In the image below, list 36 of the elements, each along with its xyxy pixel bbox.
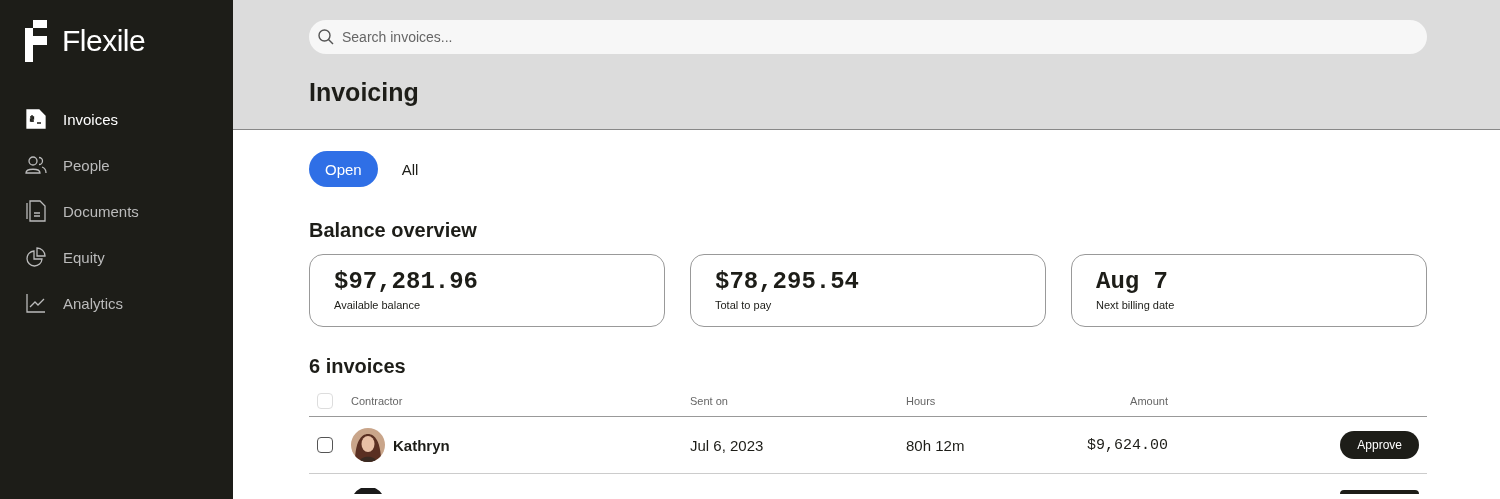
table-cell-text: Jul 6, 2023	[690, 436, 765, 454]
section-title: Balance overview	[309, 219, 478, 242]
card-label: Total to pay	[715, 299, 773, 311]
card-value: $78,295.54	[715, 268, 861, 295]
filter-tab[interactable]: All	[385, 151, 435, 187]
documents-icon	[25, 200, 47, 222]
line-chart-icon	[25, 293, 47, 313]
card-value: $97,281.96	[334, 268, 480, 295]
column-header: Amount	[1129, 395, 1168, 407]
pie-chart-icon	[25, 247, 47, 267]
card-label: Available balance	[334, 299, 422, 311]
search-icon	[318, 29, 334, 45]
card-value: Aug 7	[1096, 268, 1169, 295]
nav-item[interactable]: Invoices	[25, 96, 205, 142]
invoice-icon	[25, 109, 47, 129]
approve-button[interactable]: Approve	[1340, 431, 1419, 459]
logo-icon	[25, 20, 47, 62]
column-header: Contractor	[351, 395, 404, 407]
contractor-name: Kathryn	[393, 436, 450, 454]
row-checkbox[interactable]	[317, 437, 333, 453]
column-header: Hours	[906, 395, 937, 407]
column-header: Sent on	[690, 395, 729, 407]
filter-tab[interactable]: Open	[309, 151, 378, 187]
people-icon	[25, 156, 47, 174]
nav-item[interactable]: Documents	[25, 188, 205, 234]
search-field[interactable]: Search invoices...	[309, 20, 1427, 54]
nav-item[interactable]: Equity	[25, 234, 205, 280]
card-label: Next billing date	[1096, 299, 1176, 311]
nav-item[interactable]: Analytics	[25, 280, 205, 326]
page-title: Invoicing	[309, 78, 420, 107]
table-cell-text: $9,624.00	[1086, 436, 1168, 454]
table-cell-text: 80h 12m	[906, 436, 966, 454]
select-all-checkbox[interactable]	[317, 393, 333, 409]
logo-text: Flexile	[62, 24, 146, 58]
section-title: 6 invoices	[309, 355, 407, 378]
nav-item[interactable]: People	[25, 142, 205, 188]
